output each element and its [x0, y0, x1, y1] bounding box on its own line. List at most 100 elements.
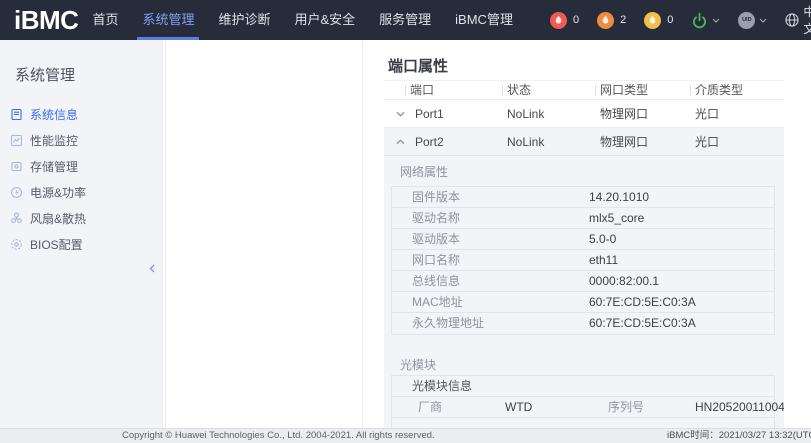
- main-nav: 首页 系统管理 维护诊断 用户&安全 服务管理 iBMC管理: [87, 0, 532, 40]
- field-value: 60:7E:CD:5E:C0:3A: [589, 313, 696, 334]
- field-value: eth11: [589, 250, 618, 271]
- table-row: 固件版本 14.20.1010: [392, 187, 774, 208]
- port-type: 物理网口: [600, 128, 648, 156]
- nav-item-ibmc-management[interactable]: iBMC管理: [450, 0, 518, 40]
- table-row: 网口名称 eth11: [392, 250, 774, 271]
- column-header-port: 端口: [410, 81, 434, 100]
- table-row: 总线信息 0000:82:00.1: [392, 271, 774, 292]
- major-alarm-icon: [597, 12, 614, 29]
- field-label: 固件版本: [412, 187, 460, 208]
- nav-item-home[interactable]: 首页: [87, 0, 123, 40]
- nav-item-system-management[interactable]: 系统管理: [137, 0, 199, 40]
- content-divider-left: [165, 40, 166, 428]
- field-label: MAC地址: [412, 292, 463, 313]
- document-icon: [10, 108, 23, 121]
- column-separator: [502, 85, 503, 96]
- copyright-text: Copyright © Huawei Technologies Co., Ltd…: [122, 429, 435, 443]
- ibmc-logo[interactable]: iBMC: [14, 0, 78, 40]
- nav-item-services[interactable]: 服务管理: [374, 0, 436, 40]
- chevron-down-icon: [712, 18, 720, 23]
- expand-chevron-down-icon[interactable]: [396, 111, 405, 117]
- sidebar-collapse-button[interactable]: [146, 260, 158, 276]
- port-row-port2[interactable]: Port2 NoLink 物理网口 光口: [384, 128, 784, 156]
- sidebar-item-storage[interactable]: 存储管理: [0, 153, 162, 179]
- minor-alarm-count: 0: [667, 14, 673, 26]
- network-properties-title: 网络属性: [400, 163, 448, 180]
- port-status: NoLink: [507, 128, 544, 156]
- power-control-dropdown[interactable]: [691, 12, 720, 29]
- optical-module-table: 光模块信息 厂商 WTD 序列号 HN205200110043: [391, 375, 775, 428]
- ibmc-time-label: iBMC时间：: [667, 430, 719, 441]
- port-type: 物理网口: [600, 100, 648, 128]
- sidebar-item-power[interactable]: 电源&功率: [0, 179, 162, 205]
- uid-control-dropdown[interactable]: UID: [738, 12, 767, 29]
- port-media: 光口: [695, 128, 719, 156]
- content-divider-right: [362, 40, 363, 428]
- field-value: 0000:82:00.1: [589, 271, 659, 292]
- field-value: HN205200110043: [695, 397, 784, 418]
- port-status: NoLink: [507, 100, 544, 128]
- line-chart-icon: [10, 134, 23, 147]
- table-row: 驱动名称 mlx5_core: [392, 208, 774, 229]
- nav-item-maintenance[interactable]: 维护诊断: [213, 0, 275, 40]
- column-header-media-type: 介质类型: [695, 81, 743, 100]
- sidebar-title: 系统管理: [15, 64, 162, 85]
- ibmc-app: iBMC 首页 系统管理 维护诊断 用户&安全 服务管理 iBMC管理 0: [0, 0, 811, 443]
- chevron-down-icon: [759, 18, 767, 23]
- sidebar-item-label: BIOS配置: [30, 236, 83, 253]
- optical-module-info-header: 光模块信息: [392, 376, 774, 397]
- field-label: 序列号: [608, 397, 644, 418]
- alarm-minor-badge[interactable]: 0: [644, 12, 673, 29]
- port-name: Port2: [415, 128, 444, 156]
- gear-icon: [10, 238, 23, 251]
- globe-icon: [785, 13, 799, 27]
- sidebar-item-label: 风扇&散热: [30, 210, 86, 227]
- critical-alarm-icon: [550, 12, 567, 29]
- table-row: 驱动版本 5.0-0: [392, 229, 774, 250]
- navbar-right-cluster: 0 2 0: [532, 3, 811, 37]
- field-value: 5.0-0: [589, 229, 616, 250]
- uid-icon: UID: [738, 12, 755, 29]
- collapse-chevron-up-icon[interactable]: [396, 139, 405, 145]
- field-label: 驱动版本: [412, 229, 460, 250]
- ibmc-time: iBMC时间：2021/03/27 13:32(UTC+00:00): [667, 429, 811, 443]
- panel-title: 端口属性: [388, 55, 448, 76]
- column-separator: [690, 85, 691, 96]
- language-label: 中文: [803, 3, 811, 37]
- table-row: 永久物理地址 60:7E:CD:5E:C0:3A: [392, 313, 774, 334]
- sidebar-item-bios[interactable]: BIOS配置: [0, 231, 162, 257]
- major-alarm-count: 2: [620, 14, 626, 26]
- network-properties-table: 固件版本 14.20.1010 驱动名称 mlx5_core 驱动版本 5.0-…: [391, 186, 775, 335]
- optical-module-title: 光模块: [400, 356, 436, 373]
- port-row-port1[interactable]: Port1 NoLink 物理网口 光口: [384, 100, 784, 128]
- field-value: WTD: [505, 397, 532, 418]
- port-table-header: 端口 状态 网口类型 介质类型: [384, 80, 784, 100]
- field-value: 14.20.1010: [589, 187, 649, 208]
- field-label: 总线信息: [412, 271, 460, 292]
- field-value: 60:7E:CD:5E:C0:3A: [589, 292, 696, 313]
- language-selector[interactable]: 中文: [785, 3, 811, 37]
- nav-item-user-security[interactable]: 用户&安全: [289, 0, 360, 40]
- sidebar-item-label: 性能监控: [30, 132, 78, 149]
- port-properties-panel: 端口属性 端口 状态 网口类型 介质类型 Port1 NoLink 物理网口 光…: [384, 40, 784, 428]
- sidebar-item-label: 电源&功率: [30, 184, 86, 201]
- sidebar-menu: 系统信息 性能监控 存储管理: [0, 101, 162, 257]
- fan-icon: [10, 212, 23, 225]
- sidebar: 系统管理 系统信息 性能监控: [0, 40, 163, 428]
- port-media: 光口: [695, 100, 719, 128]
- column-header-status: 状态: [507, 81, 531, 100]
- column-separator: [595, 85, 596, 96]
- table-row: MAC地址 60:7E:CD:5E:C0:3A: [392, 292, 774, 313]
- table-row: [392, 418, 774, 428]
- sidebar-item-performance[interactable]: 性能监控: [0, 127, 162, 153]
- column-separator: [405, 85, 406, 96]
- chevron-left-icon: [149, 264, 155, 273]
- sidebar-item-fans[interactable]: 风扇&散热: [0, 205, 162, 231]
- field-label: 网口名称: [412, 250, 460, 271]
- field-value: mlx5_core: [589, 208, 644, 229]
- sidebar-item-system-info[interactable]: 系统信息: [0, 101, 162, 127]
- alarm-major-badge[interactable]: 2: [597, 12, 626, 29]
- alarm-critical-badge[interactable]: 0: [550, 12, 579, 29]
- field-label: 永久物理地址: [412, 313, 484, 334]
- ibmc-time-value: 2021/03/27 13:32(UTC+00:00): [719, 430, 811, 441]
